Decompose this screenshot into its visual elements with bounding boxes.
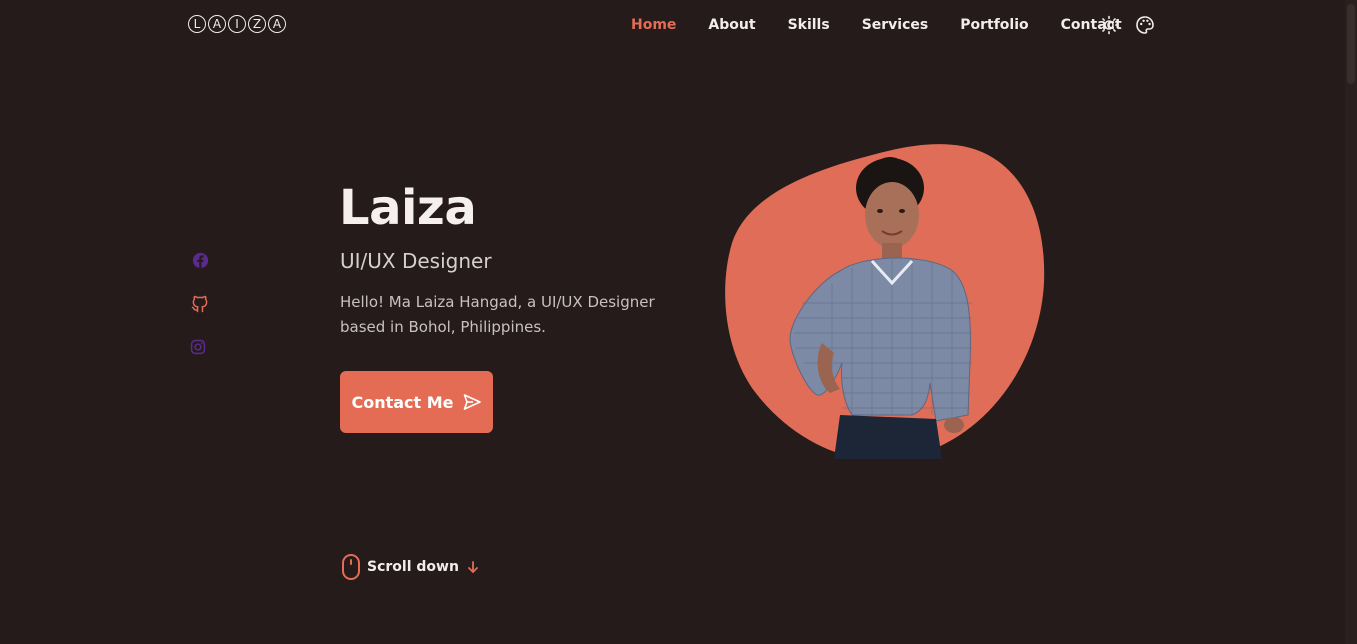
hero-role: UI/UX Designer	[340, 249, 492, 273]
mouse-icon	[341, 553, 361, 581]
scroll-down-label: Scroll down	[367, 559, 459, 575]
main-nav: Home About Skills Services Portfolio Con…	[631, 15, 1154, 35]
logo[interactable]: L A I Z A	[188, 15, 286, 33]
logo-letter: Z	[248, 15, 266, 33]
hero-name: Laiza	[339, 180, 477, 236]
send-icon	[462, 392, 482, 412]
nav-about[interactable]: About	[708, 17, 755, 33]
home-page: L A I Z A Home About Skills Services Por…	[0, 0, 1357, 644]
contact-me-label: Contact Me	[351, 392, 454, 412]
profile-photo	[722, 143, 1048, 461]
nav-skills[interactable]: Skills	[788, 17, 830, 33]
logo-letter: A	[208, 15, 226, 33]
github-icon[interactable]	[190, 294, 210, 314]
contact-me-button[interactable]: Contact Me	[340, 371, 493, 433]
logo-letter: L	[188, 15, 206, 33]
facebook-icon[interactable]	[190, 250, 210, 270]
logo-letter: A	[268, 15, 286, 33]
nav-services[interactable]: Services	[862, 17, 929, 33]
hero-description: Hello! Ma Laiza Hangad, a UI/UX Designer…	[340, 293, 655, 336]
scroll-down-link[interactable]: Scroll down	[341, 553, 479, 581]
nav-home[interactable]: Home	[631, 17, 676, 33]
sun-icon[interactable]	[1099, 15, 1119, 35]
scrollbar-thumb[interactable]	[1347, 4, 1355, 84]
nav-portfolio[interactable]: Portfolio	[960, 17, 1028, 33]
arrow-down-icon	[467, 560, 479, 574]
instagram-icon[interactable]	[188, 337, 208, 357]
palette-icon[interactable]	[1135, 15, 1155, 35]
scrollbar[interactable]	[1345, 0, 1357, 644]
logo-letter: I	[228, 15, 246, 33]
